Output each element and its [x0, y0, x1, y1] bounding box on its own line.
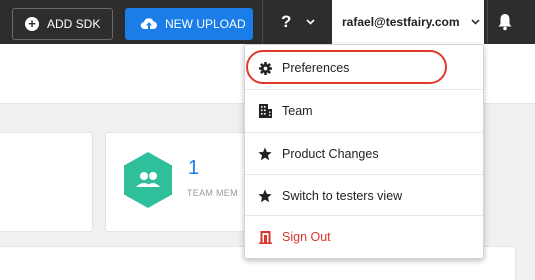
team-members-label: TEAM MEM — [187, 188, 238, 198]
building-icon — [258, 104, 272, 118]
topbar-divider — [262, 0, 263, 44]
stat-card — [0, 132, 93, 232]
help-menu-button[interactable]: ? — [268, 0, 328, 44]
star-icon — [258, 147, 272, 161]
menu-item-label: Team — [282, 104, 313, 118]
add-sdk-button[interactable]: + ADD SDK — [12, 8, 113, 40]
menu-item-label: Switch to testers view — [282, 189, 403, 203]
help-icon: ? — [281, 12, 292, 31]
highlight-annotation — [246, 50, 447, 84]
new-upload-button[interactable]: NEW UPLOAD — [125, 8, 253, 40]
door-icon — [258, 230, 272, 244]
add-sdk-label: ADD SDK — [47, 17, 101, 31]
user-dropdown-menu: Preferences Team Product Changes Switch … — [244, 44, 484, 259]
chevron-down-icon — [306, 19, 315, 25]
menu-item-product-changes[interactable]: Product Changes — [245, 133, 483, 175]
chevron-down-icon — [470, 19, 480, 25]
menu-item-label: Product Changes — [282, 147, 379, 161]
menu-item-switch-to-testers-view[interactable]: Switch to testers view — [245, 175, 483, 217]
menu-item-sign-out[interactable]: Sign Out — [245, 216, 483, 258]
top-navigation-bar: + ADD SDK NEW UPLOAD ? rafael@testfairy.… — [0, 0, 535, 44]
team-members-card[interactable]: 1 TEAM MEM — [105, 132, 245, 232]
team-hexagon-icon — [124, 152, 172, 208]
menu-item-label: Sign Out — [282, 230, 331, 244]
topbar-divider — [487, 0, 488, 44]
menu-item-team[interactable]: Team — [245, 90, 483, 132]
bell-icon[interactable] — [497, 13, 513, 31]
star-icon — [258, 189, 272, 203]
plus-circle-icon: + — [25, 17, 39, 31]
new-upload-label: NEW UPLOAD — [165, 17, 246, 31]
user-menu-button[interactable]: rafael@testfairy.com — [332, 0, 484, 44]
team-member-count: 1 — [188, 157, 200, 179]
cloud-upload-icon — [140, 18, 157, 30]
user-email: rafael@testfairy.com — [342, 15, 460, 29]
